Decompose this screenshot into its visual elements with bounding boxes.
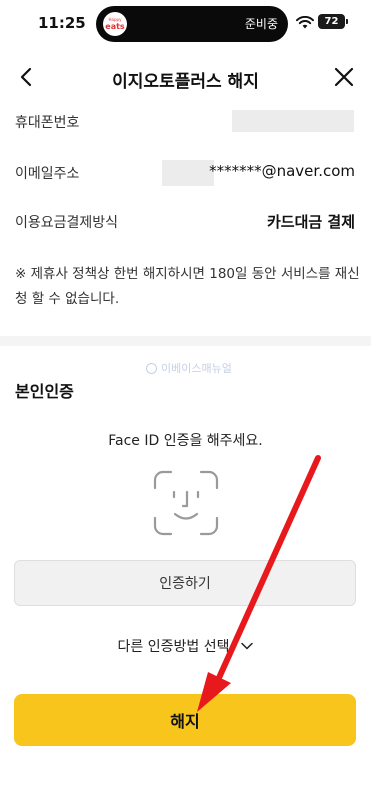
authenticate-button[interactable]: 인증하기: [14, 560, 356, 606]
faceid-icon: [153, 470, 219, 536]
watermark-logo-icon: [146, 362, 157, 374]
island-status-text: 준비중: [244, 17, 278, 31]
section-divider: [0, 336, 371, 346]
other-method-label: 다른 인증방법 선택: [117, 639, 230, 655]
phone-value-redacted: [232, 110, 354, 132]
close-icon[interactable]: [331, 64, 357, 90]
email-label: 이메일주소: [15, 166, 80, 182]
info-row-email: 이메일주소 *******@naver.com: [0, 157, 371, 187]
watermark: 이베이스매뉴얼: [146, 360, 232, 376]
phone-label: 휴대폰번호: [15, 115, 80, 131]
status-bar: 11:25 Happy eats 준비중 72: [0, 0, 371, 48]
info-row-payment: 이용요금결제방식 카드대금 결제: [0, 206, 371, 236]
header: 이지오토플러스 해지: [0, 52, 371, 102]
wifi-icon: [296, 16, 314, 29]
page-title: 이지오토플러스 해지: [112, 72, 259, 92]
app-logo-text: eats: [105, 22, 125, 31]
chevron-down-icon: [241, 642, 254, 650]
app-logo-icon: Happy eats: [103, 12, 127, 36]
watermark-text: 이베이스매뉴얼: [161, 362, 232, 375]
cancellation-notice: ※ 제휴사 정책상 한번 해지하시면 180일 동안 서비스를 재신청 할 수 …: [15, 266, 360, 307]
battery-icon: 72: [318, 14, 348, 29]
email-redacted-part: [162, 160, 214, 186]
other-method-selector[interactable]: 다른 인증방법 선택: [0, 636, 371, 656]
faceid-prompt: Face ID 인증을 해주세요.: [108, 433, 263, 449]
payment-method-value: 카드대금 결제: [266, 213, 355, 231]
battery-level: 72: [324, 16, 339, 27]
verification-title: 본인인증: [15, 382, 74, 401]
payment-method-label: 이용요금결제방식: [15, 215, 119, 231]
status-time: 11:25: [38, 14, 86, 32]
cancel-subscription-button[interactable]: 해지: [14, 694, 356, 746]
dynamic-island[interactable]: Happy eats 준비중: [96, 6, 288, 42]
email-value: *******@naver.com: [209, 162, 355, 180]
info-row-phone: 휴대폰번호: [0, 106, 371, 136]
